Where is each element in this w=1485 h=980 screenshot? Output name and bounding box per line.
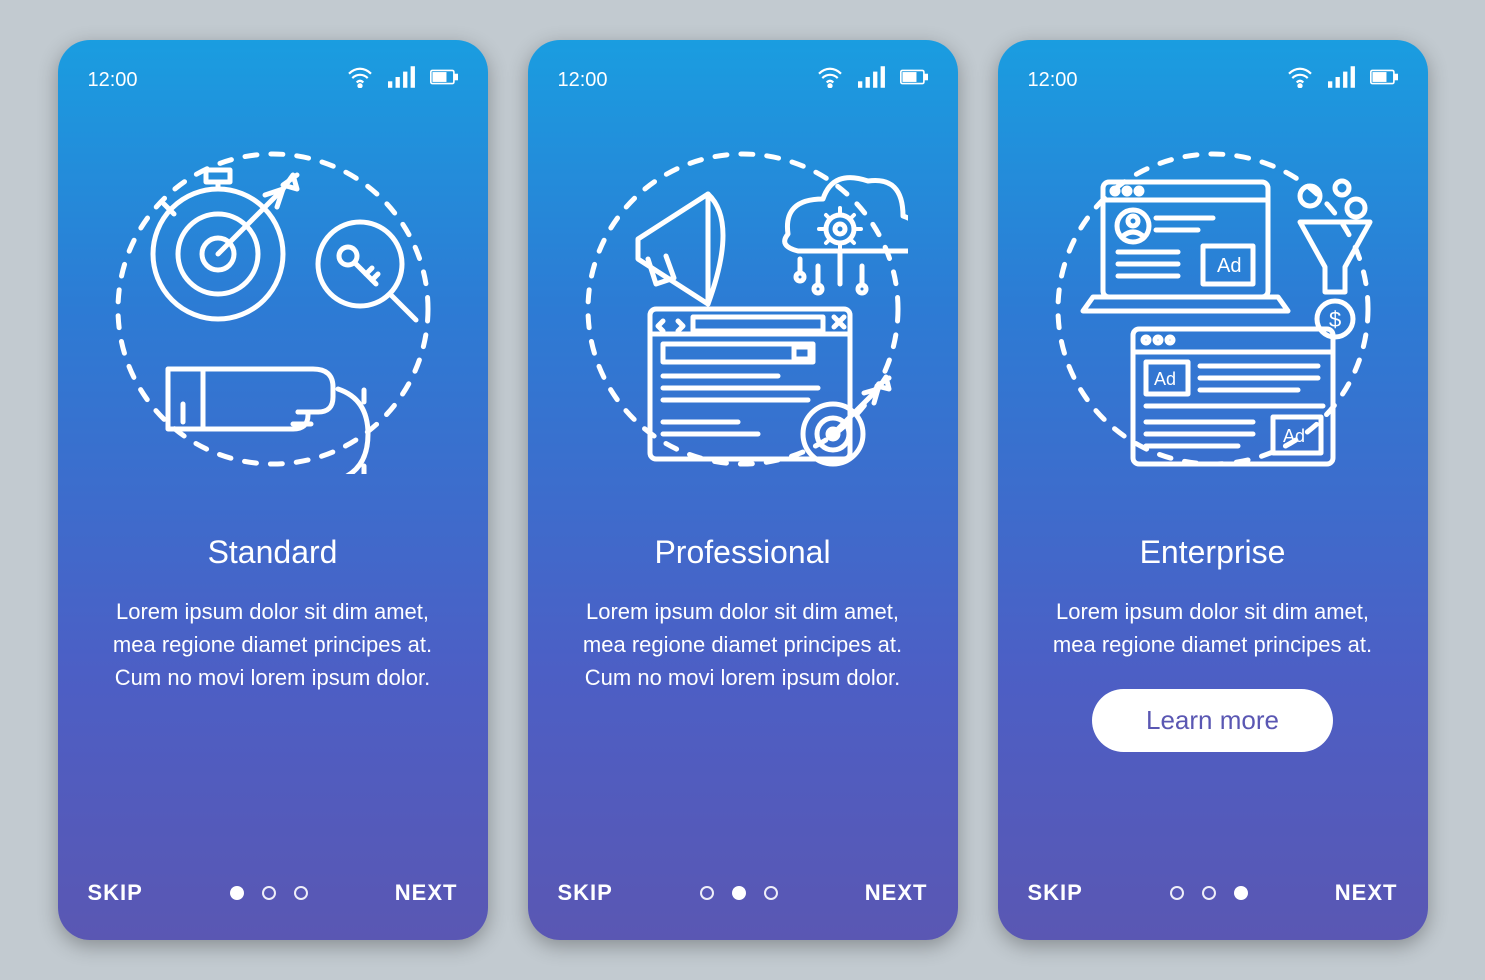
status-time: 12:00 xyxy=(558,69,608,92)
onboarding-screen-enterprise: 12:00 Ad xyxy=(998,40,1428,940)
page-indicator xyxy=(1170,886,1248,900)
illustration-enterprise: Ad $ Ad Ad xyxy=(1048,144,1378,474)
skip-button[interactable]: SKIP xyxy=(88,880,143,906)
wifi-icon xyxy=(1286,66,1314,94)
status-time: 12:00 xyxy=(1028,69,1078,92)
screen-body: Lorem ipsum dolor sit dim amet, mea regi… xyxy=(88,595,458,694)
next-button[interactable]: NEXT xyxy=(1335,880,1398,906)
skip-button[interactable]: SKIP xyxy=(558,880,613,906)
page-indicator xyxy=(700,886,778,900)
status-icons xyxy=(1286,66,1398,94)
status-icons xyxy=(346,66,458,94)
battery-icon xyxy=(900,66,928,94)
screen-body: Lorem ipsum dolor sit dim amet, mea regi… xyxy=(558,595,928,694)
learn-more-button[interactable]: Learn more xyxy=(1092,689,1333,752)
signal-icon xyxy=(1328,66,1356,94)
wifi-icon xyxy=(816,66,844,94)
onboarding-footer: SKIP NEXT xyxy=(1028,880,1398,906)
wifi-icon xyxy=(346,66,374,94)
page-dot[interactable] xyxy=(1170,886,1184,900)
screen-title: Professional xyxy=(558,534,928,571)
screen-title: Enterprise xyxy=(1028,534,1398,571)
page-dot[interactable] xyxy=(700,886,714,900)
page-indicator xyxy=(230,886,308,900)
onboarding-screen-standard: 12:00 xyxy=(58,40,488,940)
page-dot[interactable] xyxy=(1202,886,1216,900)
status-bar: 12:00 xyxy=(1028,66,1398,94)
onboarding-footer: SKIP NEXT xyxy=(558,880,928,906)
illustration-standard xyxy=(108,144,438,474)
next-button[interactable]: NEXT xyxy=(865,880,928,906)
onboarding-screen-professional: 12:00 xyxy=(528,40,958,940)
illustration-professional xyxy=(578,144,908,474)
next-button[interactable]: NEXT xyxy=(395,880,458,906)
signal-icon xyxy=(858,66,886,94)
svg-text:Ad: Ad xyxy=(1283,426,1305,446)
battery-icon xyxy=(1370,66,1398,94)
onboarding-footer: SKIP NEXT xyxy=(88,880,458,906)
page-dot[interactable] xyxy=(732,886,746,900)
page-dot[interactable] xyxy=(230,886,244,900)
svg-text:Ad: Ad xyxy=(1217,255,1241,277)
page-dot[interactable] xyxy=(262,886,276,900)
skip-button[interactable]: SKIP xyxy=(1028,880,1083,906)
screen-title: Standard xyxy=(88,534,458,571)
status-bar: 12:00 xyxy=(88,66,458,94)
page-dot[interactable] xyxy=(764,886,778,900)
battery-icon xyxy=(430,66,458,94)
svg-text:Ad: Ad xyxy=(1154,369,1176,389)
page-dot[interactable] xyxy=(294,886,308,900)
status-time: 12:00 xyxy=(88,69,138,92)
status-bar: 12:00 xyxy=(558,66,928,94)
screen-body: Lorem ipsum dolor sit dim amet, mea regi… xyxy=(1028,595,1398,661)
signal-icon xyxy=(388,66,416,94)
status-icons xyxy=(816,66,928,94)
page-dot[interactable] xyxy=(1234,886,1248,900)
